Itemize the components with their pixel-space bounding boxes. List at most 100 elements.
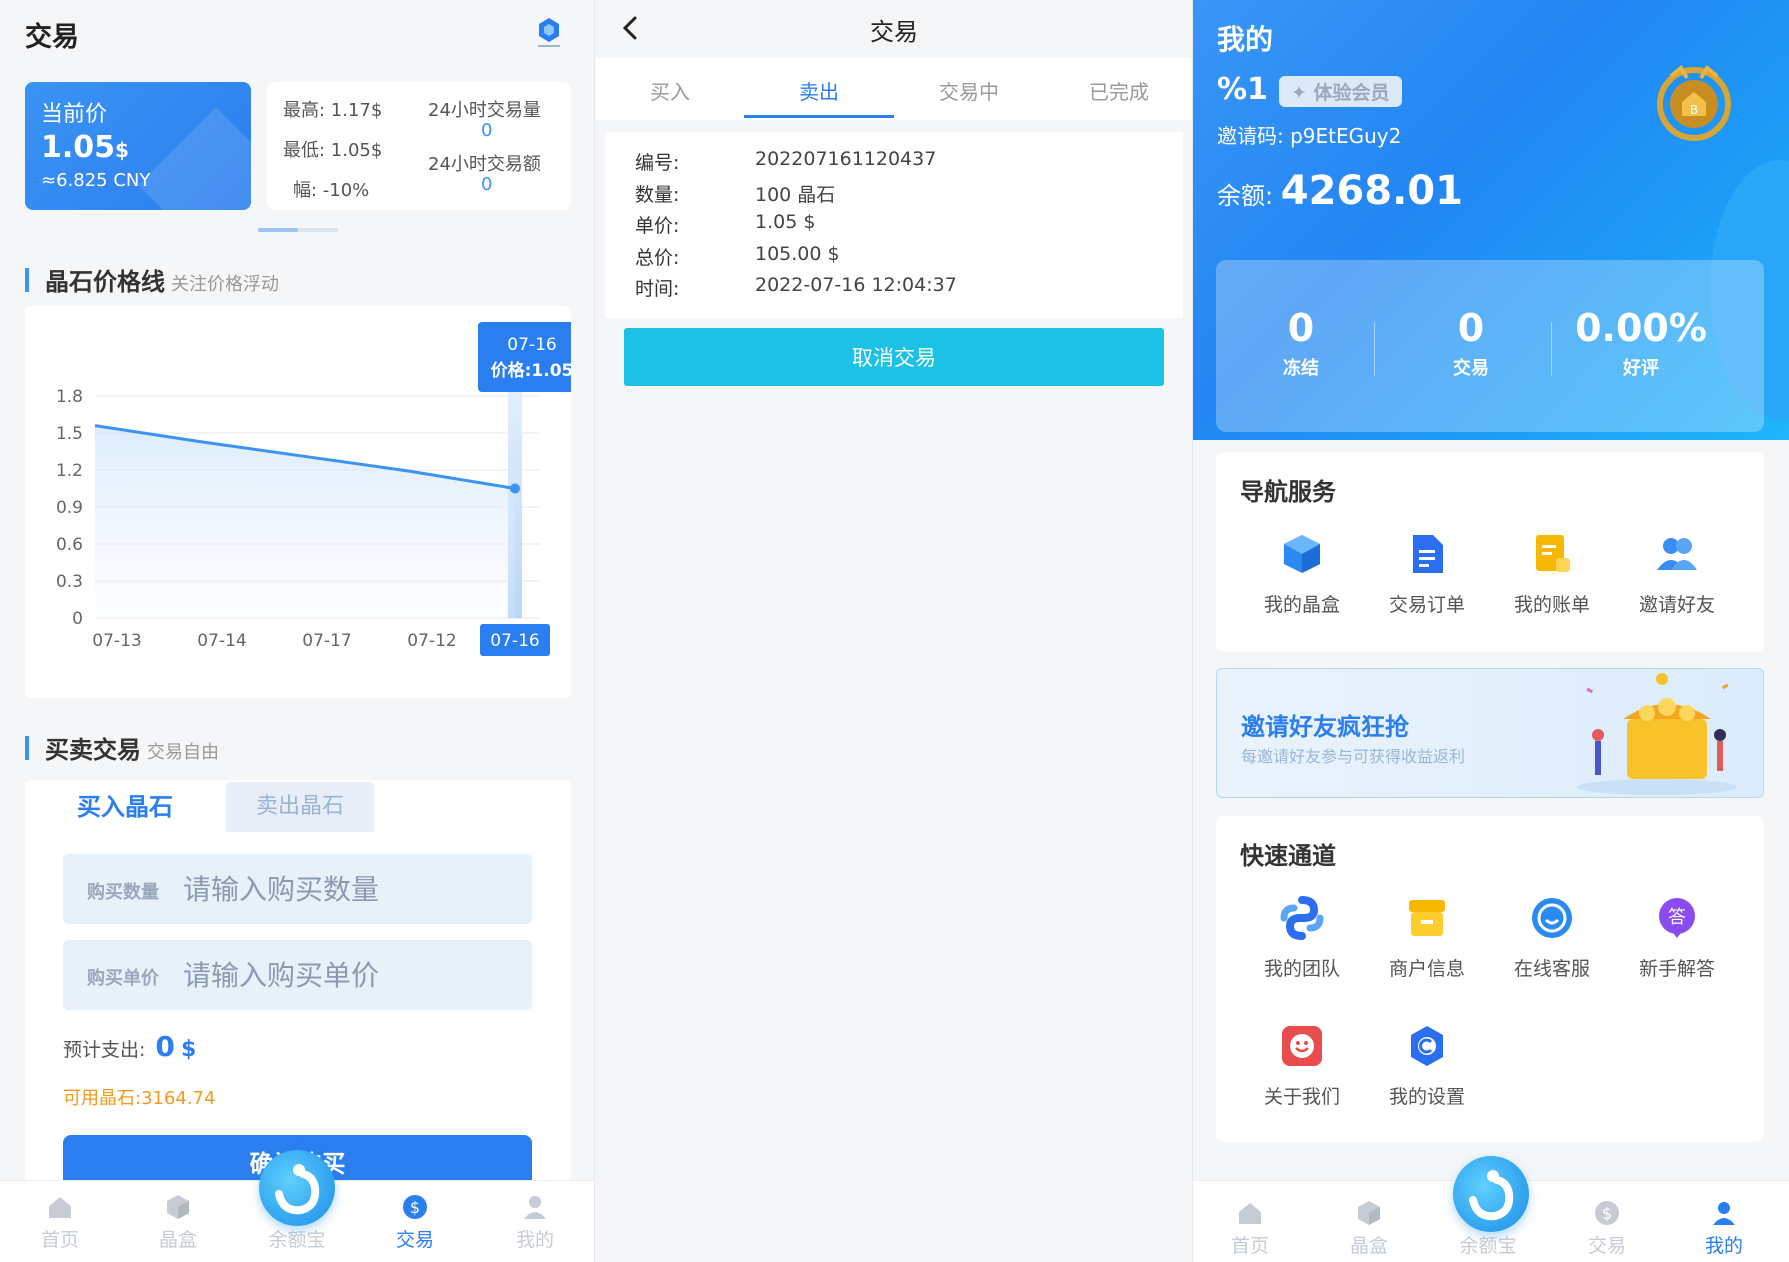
balance-logo-icon[interactable]: [259, 1150, 335, 1226]
unit-price-field: 购买单价: [63, 940, 532, 1010]
invite-banner-title: 邀请好友疯狂抢: [1241, 713, 1409, 741]
unit-price-label: 购买单价: [87, 968, 159, 989]
order-tabs: 买入 卖出 交易中 已完成: [595, 58, 1192, 120]
x-tick-label: 07-17: [302, 631, 351, 651]
order-price: 1.05 $: [755, 211, 816, 233]
about-us[interactable]: 关于我们: [1242, 1024, 1362, 1109]
my-team[interactable]: 我的团队: [1242, 896, 1362, 981]
y-tick-label: 0.6: [56, 535, 83, 555]
order-id: 202207161120437: [755, 148, 937, 170]
unit-price-input[interactable]: [183, 950, 513, 1000]
balance-logo-icon[interactable]: [1453, 1156, 1529, 1232]
price-line-subtitle: 关注价格浮动: [171, 274, 279, 295]
medal-icon: B: [1657, 65, 1731, 141]
stat-trades: 0 交易: [1453, 306, 1489, 379]
answer-icon: 答: [1659, 898, 1695, 938]
tab-trade[interactable]: $ 交易: [370, 1193, 460, 1252]
y-tick-label: 1.8: [56, 387, 83, 407]
stat-rating: 0.00% 好评: [1575, 306, 1707, 379]
chat-icon: [1532, 898, 1572, 938]
user-icon: [524, 1196, 546, 1219]
profile-header: 我的 %1 ✦ 体验会员 邀请码: p9EtEGuy2 余额: 4268.01 …: [1193, 0, 1789, 440]
quantity-input[interactable]: [183, 864, 513, 914]
high-price: 最高: 1.17$: [283, 100, 383, 121]
account-stats: 0 冻结 0 交易 0.00% 好评: [1216, 260, 1764, 432]
tab-pending-orders[interactable]: 交易中: [894, 76, 1044, 105]
carousel-indicator: [258, 228, 338, 232]
my-crystal-box[interactable]: 我的晶盒: [1242, 532, 1362, 617]
merchant-info[interactable]: 商户信息: [1367, 896, 1487, 981]
tab-box[interactable]: 晶盒: [133, 1193, 223, 1252]
tooltip-date: 07-16: [507, 335, 556, 355]
tab-sell-orders[interactable]: 卖出: [744, 76, 894, 105]
low-price: 最低: 1.05$: [283, 140, 383, 161]
tab-home[interactable]: 首页: [1205, 1199, 1295, 1258]
invite-friends[interactable]: 邀请好友: [1617, 532, 1737, 617]
chart-tooltip: [478, 322, 571, 392]
tooltip-price: 价格:1.05: [491, 360, 571, 381]
order-time: 2022-07-16 12:04:37: [755, 274, 957, 296]
my-bills[interactable]: 我的账单: [1492, 532, 1612, 617]
order-card: 编号: 202207161120437 数量: 100 晶石 单价: 1.05 …: [605, 132, 1183, 318]
y-tick-label: 0.3: [56, 572, 83, 592]
tab-completed-orders[interactable]: 已完成: [1044, 76, 1192, 105]
market-stats-card: 最高: 1.17$ 最低: 1.05$ 幅: -10% 24小时交易量 0 24…: [267, 82, 571, 210]
users-icon: [1657, 538, 1697, 570]
tab-mine[interactable]: 我的: [490, 1193, 580, 1252]
trade-orders[interactable]: 交易订单: [1367, 532, 1487, 617]
y-tick-label: 1.5: [56, 424, 83, 444]
tab-buy-orders[interactable]: 买入: [595, 76, 745, 105]
online-support[interactable]: 在线客服: [1492, 896, 1612, 981]
series-area: [95, 425, 515, 618]
order-page-title: 交易: [870, 18, 918, 46]
user-icon: [1713, 1202, 1735, 1225]
store-icon: [1409, 900, 1445, 936]
trade-panel: 交易 当前价 1.05$ ≈6.825 CNY 最高: 1.17$ 最低: 1.…: [0, 0, 594, 1262]
order-header: 交易: [595, 0, 1192, 58]
tab-trade[interactable]: $ 交易: [1562, 1199, 1652, 1258]
price-chart: 0 0.3 0.6 0.9 1.2 1.5 1.8 07-13 07-14 07-17 07-12 0…: [56, 322, 571, 656]
tab-box[interactable]: 晶盒: [1324, 1199, 1414, 1258]
order-price-label: 单价:: [635, 215, 680, 237]
dollar-coin-icon: $: [403, 1195, 427, 1219]
price-line-header: 晶石价格线 关注价格浮动: [25, 262, 279, 297]
my-settings[interactable]: 我的设置: [1367, 1024, 1487, 1109]
trade-subtitle: 交易自由: [147, 742, 219, 763]
screenshot-root: 交易 当前价 1.05$ ≈6.825 CNY 最高: 1.17$ 最低: 1.…: [0, 0, 1789, 1262]
smile-icon: [1282, 1026, 1322, 1066]
amount-24h-label: 24小时交易额: [428, 154, 541, 175]
home-icon: [1239, 1203, 1261, 1224]
treasure-chest-illustration: [1577, 673, 1737, 795]
tab-buy[interactable]: 买入晶石: [25, 782, 225, 832]
dollar-coin-icon: $: [1595, 1201, 1619, 1225]
estimated-cost-value: 0: [155, 1030, 175, 1063]
order-time-label: 时间:: [635, 278, 680, 300]
quantity-field: 购买数量: [63, 854, 532, 924]
home-icon: [49, 1197, 71, 1218]
user-id: %1: [1217, 72, 1268, 107]
tab-mine[interactable]: 我的: [1679, 1199, 1769, 1258]
order-panel: 交易 买入 卖出 交易中 已完成 编号: 202207161120437 数量:…: [594, 0, 1192, 1262]
svg-text:$: $: [1602, 1204, 1612, 1223]
cancel-trade-button[interactable]: 取消交易: [624, 328, 1164, 386]
cube-icon: [1284, 535, 1320, 573]
nav-services-card: 导航服务 我的晶盒 交易订单 我的账单 邀请好友: [1216, 452, 1764, 652]
bill-icon: [1536, 535, 1570, 572]
price-change: 幅: -10%: [293, 180, 370, 201]
nav-services-title: 导航服务: [1240, 478, 1336, 506]
invite-code: 邀请码: p9EtEGuy2: [1217, 124, 1402, 148]
balance: 余额: 4268.01: [1217, 168, 1463, 214]
x-tick-label: 07-16: [490, 631, 539, 651]
team-icon: [1280, 896, 1324, 940]
current-price-label: 当前价: [41, 102, 108, 127]
tab-home[interactable]: 首页: [15, 1193, 105, 1252]
tab-sell[interactable]: 卖出晶石: [226, 782, 374, 832]
quick-access-title: 快速通道: [1240, 842, 1336, 870]
order-id-label: 编号:: [635, 152, 680, 174]
faq[interactable]: 答 新手解答: [1617, 896, 1737, 981]
invite-banner[interactable]: 邀请好友疯狂抢 每邀请好友参与可获得收益返利: [1216, 668, 1764, 798]
order-qty: 100 晶石: [755, 184, 836, 206]
invite-banner-subtitle: 每邀请好友参与可获得收益返利: [1241, 747, 1466, 766]
member-badge: ✦ 体验会员: [1279, 76, 1402, 107]
active-tab-underline: [744, 115, 894, 118]
